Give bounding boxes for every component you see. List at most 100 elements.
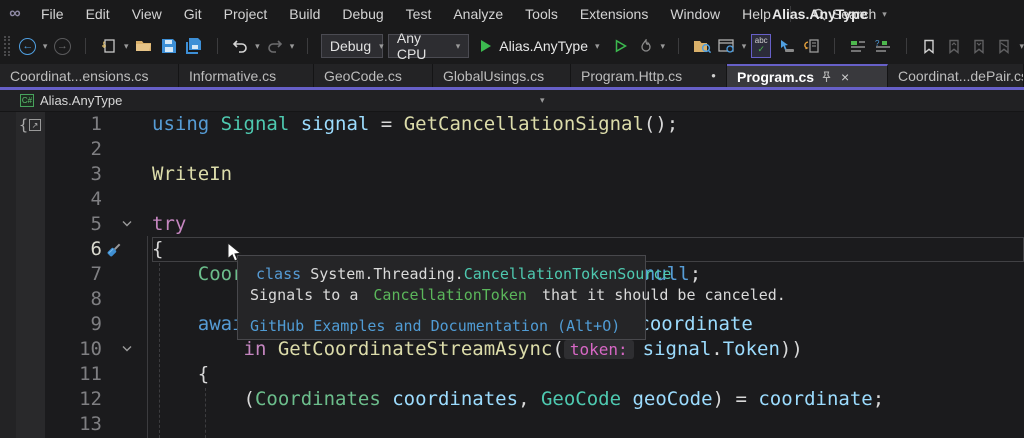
comment-out-button[interactable] [848, 34, 868, 58]
fold-column[interactable] [110, 262, 152, 287]
tab-globalusings-cs[interactable]: GlobalUsings.cs [433, 64, 571, 87]
code-token: Token [723, 338, 780, 360]
navigate-forward-button[interactable]: → [52, 34, 72, 58]
play-icon [480, 39, 492, 53]
menu-build[interactable]: Build [278, 2, 331, 26]
fold-column[interactable] [110, 187, 152, 212]
fold-column[interactable] [110, 237, 152, 262]
code-line-13[interactable]: 13 [0, 412, 1024, 437]
code-line-1[interactable]: 1using Signal signal = GetCancellationSi… [0, 112, 1024, 137]
save-button[interactable] [159, 34, 179, 58]
code-token: { [152, 238, 163, 260]
redo-button[interactable] [265, 34, 285, 58]
solution-platform-dropdown[interactable]: Any CPU ▾ [388, 34, 469, 58]
menu-window[interactable]: Window [659, 2, 731, 26]
chevron-down-icon[interactable]: ▾ [661, 41, 666, 52]
toolbar-grip[interactable] [4, 36, 10, 56]
menu-view[interactable]: View [121, 2, 173, 26]
menu-debug[interactable]: Debug [331, 2, 394, 26]
peek-definition-button[interactable] [801, 34, 821, 58]
fold-column[interactable] [110, 137, 152, 162]
code-editor[interactable]: {↗ 1using Signal signal = GetCancellatio… [0, 112, 1024, 438]
tab-program-cs[interactable]: Program.cs× [727, 64, 888, 87]
code-line-3[interactable]: 3WriteIn [0, 162, 1024, 187]
tab-strip: Coordinat...ensions.cs Informative.cs GeoC… [0, 64, 1024, 87]
next-bookmark-button[interactable] [969, 34, 989, 58]
save-all-button[interactable] [184, 34, 204, 58]
tab-program-http-cs[interactable]: Program.Http.cs● [571, 64, 727, 87]
menu-project[interactable]: Project [213, 2, 279, 26]
tab-label: Informative.cs [189, 68, 276, 84]
menu-edit[interactable]: Edit [75, 2, 121, 26]
menu-analyze[interactable]: Analyze [442, 2, 514, 26]
code-line-5[interactable]: 5try [0, 212, 1024, 237]
navigation-bar[interactable]: C# Alias.AnyType ▾ [0, 90, 1024, 112]
new-file-button[interactable] [99, 34, 119, 58]
code-line-10[interactable]: 10in GetCoordinateStreamAsync(token:sign… [0, 337, 1024, 362]
quick-actions-screwdriver-icon[interactable] [104, 240, 124, 260]
menu-items: FileEditViewGitProjectBuildDebugTestAnal… [30, 2, 782, 26]
start-without-debugging-button[interactable] [611, 34, 631, 58]
fold-column[interactable] [110, 287, 152, 312]
find-in-files-button[interactable] [692, 34, 712, 58]
window-title: Alias.AnyType [772, 6, 867, 22]
undo-button[interactable] [230, 34, 250, 58]
open-folder-button[interactable] [134, 34, 154, 58]
code-text: in GetCoordinateStreamAsync(token:signal… [152, 337, 1024, 362]
code-line-4[interactable]: 4 [0, 187, 1024, 212]
menu-git[interactable]: Git [173, 2, 213, 26]
fold-column[interactable] [110, 362, 152, 387]
code-line-2[interactable]: 2 [0, 137, 1024, 162]
tab-coordinat-ensions-cs[interactable]: Coordinat...ensions.cs [0, 64, 179, 87]
previous-bookmark-button[interactable] [944, 34, 964, 58]
line-number: 4 [0, 187, 110, 212]
tab-informative-cs[interactable]: Informative.cs [179, 64, 314, 87]
tab-coordinat-depair-cs[interactable]: Coordinat...dePair.cs [888, 64, 1024, 87]
fold-chevron-icon[interactable] [121, 343, 133, 355]
chevron-down-icon[interactable]: ▾ [124, 41, 129, 52]
menu-file[interactable]: File [30, 2, 75, 26]
menu-tools[interactable]: Tools [514, 2, 569, 26]
toolbar-overflow-icon[interactable]: ▾ [742, 41, 747, 52]
fold-chevron-icon[interactable] [121, 218, 133, 230]
tooltip-token: System.Threading. [310, 265, 464, 283]
code-structure-icon[interactable]: {↗ [19, 116, 41, 134]
solution-configuration-dropdown[interactable]: Debug ▾ [321, 34, 383, 58]
chevron-down-icon[interactable]: ▾ [255, 41, 260, 52]
hot-reload-button[interactable] [636, 34, 656, 58]
tab-geocode-cs[interactable]: GeoCode.cs [314, 64, 433, 87]
start-debugging-button[interactable]: Alias.AnyType ▾ [474, 34, 605, 58]
fold-column[interactable] [110, 412, 152, 437]
tooltip-token: Signals to a [250, 286, 367, 304]
toggle-bookmark-button[interactable] [919, 34, 939, 58]
fold-column[interactable] [110, 387, 152, 412]
tooltip-doc-link[interactable]: GitHub Examples and Documentation (Alt+O… [250, 317, 633, 335]
line-number: 11 [0, 362, 110, 387]
spell-checker-toggle[interactable]: abc ✓ [751, 34, 771, 58]
tooltip-signature: class System.Threading.CancellationToken… [256, 265, 671, 283]
menu-test[interactable]: Test [395, 2, 443, 26]
fold-column[interactable] [110, 162, 152, 187]
close-icon[interactable]: × [841, 69, 849, 85]
chevron-down-icon[interactable]: ▾ [290, 41, 295, 52]
chevron-down-icon[interactable]: ▾ [43, 41, 48, 52]
caret-navigation-button[interactable] [776, 34, 796, 58]
chevron-down-icon[interactable]: ▾ [540, 95, 545, 106]
line-number: 8 [0, 287, 110, 312]
tooltip-token: CancellationToken [373, 286, 527, 304]
code-line-11[interactable]: 11{ [0, 362, 1024, 387]
uncomment-button[interactable]: ? [873, 34, 893, 58]
navigate-back-button[interactable]: ← [18, 34, 38, 58]
chevron-down-icon: ▾ [456, 41, 461, 52]
fold-column[interactable] [110, 112, 152, 137]
fold-column[interactable] [110, 312, 152, 337]
menu-extensions[interactable]: Extensions [569, 2, 659, 26]
solution-explorer-button[interactable] [717, 34, 737, 58]
fold-column[interactable] [110, 212, 152, 237]
toolbar-overflow-icon[interactable]: ▾ [1019, 41, 1024, 52]
code-token: coordinate [758, 388, 872, 410]
fold-column[interactable] [110, 337, 152, 362]
divider [217, 38, 218, 54]
code-line-12[interactable]: 12(Coordinates coordinates, GeoCode geoC… [0, 387, 1024, 412]
clear-bookmarks-button[interactable] [994, 34, 1014, 58]
